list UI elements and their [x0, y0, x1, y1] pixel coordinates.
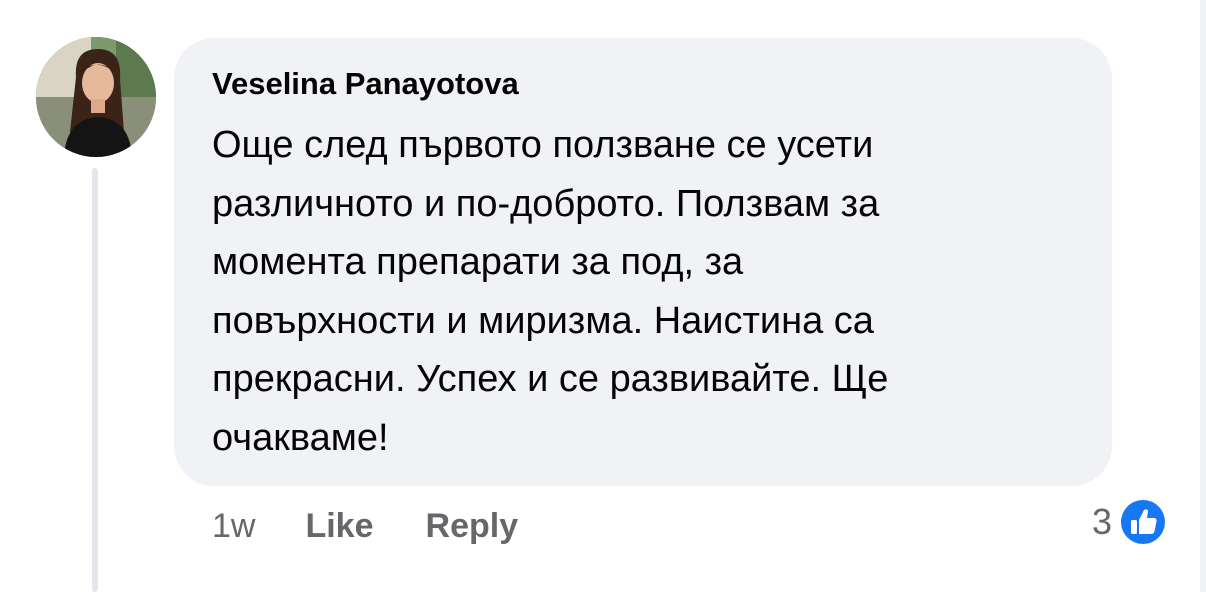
thumbs-up-icon	[1118, 497, 1169, 547]
like-button[interactable]: Like	[305, 507, 373, 546]
reply-thread-line	[92, 168, 98, 592]
reply-button[interactable]: Reply	[426, 507, 519, 546]
comment-author[interactable]: Veselina Panayotova	[212, 66, 519, 102]
comment-timestamp[interactable]: 1w	[212, 507, 255, 546]
reaction-count: 3	[1092, 501, 1113, 542]
comment-text: Още след първото ползване се усети разли…	[212, 124, 889, 459]
comment-bubble: Veselina Panayotova Още след първото пол…	[174, 38, 1112, 486]
scroll-edge	[1200, 0, 1206, 592]
avatar[interactable]	[36, 37, 156, 157]
comment-actions: 1w Like Reply	[212, 504, 518, 548]
reaction-summary[interactable]: 3	[1092, 497, 1169, 547]
